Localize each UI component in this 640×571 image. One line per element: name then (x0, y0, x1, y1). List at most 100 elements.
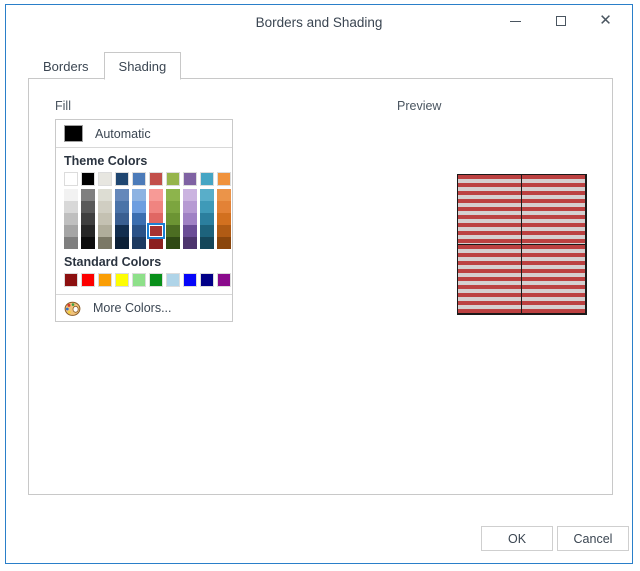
theme-color-swatch[interactable] (115, 172, 129, 186)
standard-color-swatch[interactable] (200, 273, 214, 287)
theme-tint-swatch[interactable] (81, 189, 95, 201)
automatic-color-row[interactable]: Automatic (56, 120, 232, 148)
theme-tint-swatch[interactable] (115, 189, 129, 201)
more-colors-row[interactable]: More Colors... (56, 294, 232, 321)
theme-color-swatch[interactable] (183, 172, 197, 186)
theme-tint-swatch[interactable] (217, 213, 231, 225)
theme-tint-column (81, 189, 95, 249)
theme-tint-swatch[interactable] (115, 225, 129, 237)
theme-tint-swatch[interactable] (166, 189, 180, 201)
standard-color-swatch[interactable] (98, 273, 112, 287)
theme-base-row (64, 172, 232, 186)
theme-tint-swatch[interactable] (149, 189, 163, 201)
theme-tint-swatch[interactable] (183, 201, 197, 213)
theme-tint-swatch[interactable] (149, 213, 163, 225)
theme-tint-swatch[interactable] (200, 237, 214, 249)
theme-tint-swatch[interactable] (200, 201, 214, 213)
theme-tint-swatch[interactable] (98, 225, 112, 237)
theme-tint-swatch[interactable] (115, 237, 129, 249)
theme-tint-swatch-selected[interactable] (147, 223, 165, 239)
minimize-button[interactable] (493, 5, 538, 36)
cancel-button[interactable]: Cancel (557, 526, 629, 551)
theme-tint-swatch[interactable] (132, 189, 146, 201)
theme-tint-swatch[interactable] (217, 189, 231, 201)
theme-tint-column (183, 189, 197, 249)
standard-color-swatch[interactable] (64, 273, 78, 287)
theme-tint-swatch[interactable] (115, 213, 129, 225)
theme-tint-swatch[interactable] (149, 201, 163, 213)
standard-colors-heading: Standard Colors (64, 255, 162, 269)
theme-tint-swatch[interactable] (64, 213, 78, 225)
theme-tint-swatch[interactable] (81, 237, 95, 249)
preview-cell (457, 174, 522, 245)
theme-tint-swatch[interactable] (64, 201, 78, 213)
theme-tint-column (200, 189, 214, 249)
theme-tint-swatch[interactable] (64, 237, 78, 249)
tab-borders[interactable]: Borders (28, 53, 104, 79)
theme-tint-swatch[interactable] (200, 189, 214, 201)
theme-color-swatch[interactable] (81, 172, 95, 186)
tab-shading[interactable]: Shading (103, 52, 182, 80)
theme-tint-column (115, 189, 129, 249)
theme-color-swatch[interactable] (132, 172, 146, 186)
theme-tint-swatch[interactable] (217, 201, 231, 213)
theme-tint-swatch[interactable] (132, 213, 146, 225)
ok-button[interactable]: OK (481, 526, 553, 551)
theme-tint-swatch[interactable] (64, 189, 78, 201)
standard-color-swatch[interactable] (166, 273, 180, 287)
theme-tint-swatch[interactable] (98, 237, 112, 249)
standard-color-swatch[interactable] (81, 273, 95, 287)
theme-colors-heading: Theme Colors (64, 154, 148, 168)
theme-tint-swatch[interactable] (81, 225, 95, 237)
theme-tint-swatch[interactable] (132, 237, 146, 249)
fill-color-picker[interactable]: Automatic Theme Colors Standard Colors M… (55, 119, 233, 322)
theme-tint-column (166, 189, 180, 249)
theme-tint-swatch[interactable] (166, 201, 180, 213)
theme-tint-swatch[interactable] (98, 189, 112, 201)
maximize-button[interactable] (538, 5, 583, 36)
standard-color-swatch[interactable] (183, 273, 197, 287)
theme-tint-swatch[interactable] (81, 201, 95, 213)
shading-preview (457, 174, 587, 315)
title-bar: Borders and Shading ✕ (6, 5, 632, 41)
close-icon: ✕ (599, 11, 612, 29)
theme-color-swatch[interactable] (217, 172, 231, 186)
theme-tint-swatch[interactable] (149, 237, 163, 249)
theme-tint-swatch[interactable] (115, 201, 129, 213)
theme-tint-swatch[interactable] (200, 225, 214, 237)
theme-color-swatch[interactable] (149, 172, 163, 186)
theme-tint-swatch[interactable] (132, 201, 146, 213)
borders-and-shading-dialog: Borders and Shading ✕ Borders Shading Fi… (5, 4, 633, 564)
theme-color-swatch[interactable] (166, 172, 180, 186)
theme-tint-swatch[interactable] (166, 213, 180, 225)
preview-cell (521, 174, 586, 245)
theme-tint-swatch[interactable] (217, 225, 231, 237)
theme-tint-swatch[interactable] (64, 225, 78, 237)
theme-tint-swatch[interactable] (217, 237, 231, 249)
close-button[interactable]: ✕ (583, 5, 628, 36)
theme-color-swatch[interactable] (200, 172, 214, 186)
theme-tint-swatch[interactable] (81, 213, 95, 225)
theme-tint-swatch[interactable] (200, 213, 214, 225)
theme-tint-swatch[interactable] (183, 189, 197, 201)
standard-color-swatch[interactable] (217, 273, 231, 287)
theme-tint-swatch[interactable] (166, 237, 180, 249)
theme-tint-swatch[interactable] (98, 201, 112, 213)
theme-tint-swatch[interactable] (183, 237, 197, 249)
theme-color-swatch[interactable] (98, 172, 112, 186)
standard-color-swatch[interactable] (149, 273, 163, 287)
preview-cell (457, 243, 522, 314)
theme-tint-swatch[interactable] (132, 225, 146, 237)
theme-tint-swatch[interactable] (183, 213, 197, 225)
theme-color-swatch[interactable] (64, 172, 78, 186)
standard-colors-row (64, 273, 232, 287)
theme-tint-swatch[interactable] (166, 225, 180, 237)
shading-panel: Fill Preview Automatic Theme Colors Stan… (28, 78, 613, 495)
tab-strip: Borders Shading (28, 51, 182, 80)
minimize-icon (510, 20, 521, 22)
theme-tint-swatch[interactable] (98, 213, 112, 225)
standard-color-swatch[interactable] (115, 273, 129, 287)
theme-tint-column (147, 189, 165, 249)
standard-color-swatch[interactable] (132, 273, 146, 287)
theme-tint-swatch[interactable] (183, 225, 197, 237)
